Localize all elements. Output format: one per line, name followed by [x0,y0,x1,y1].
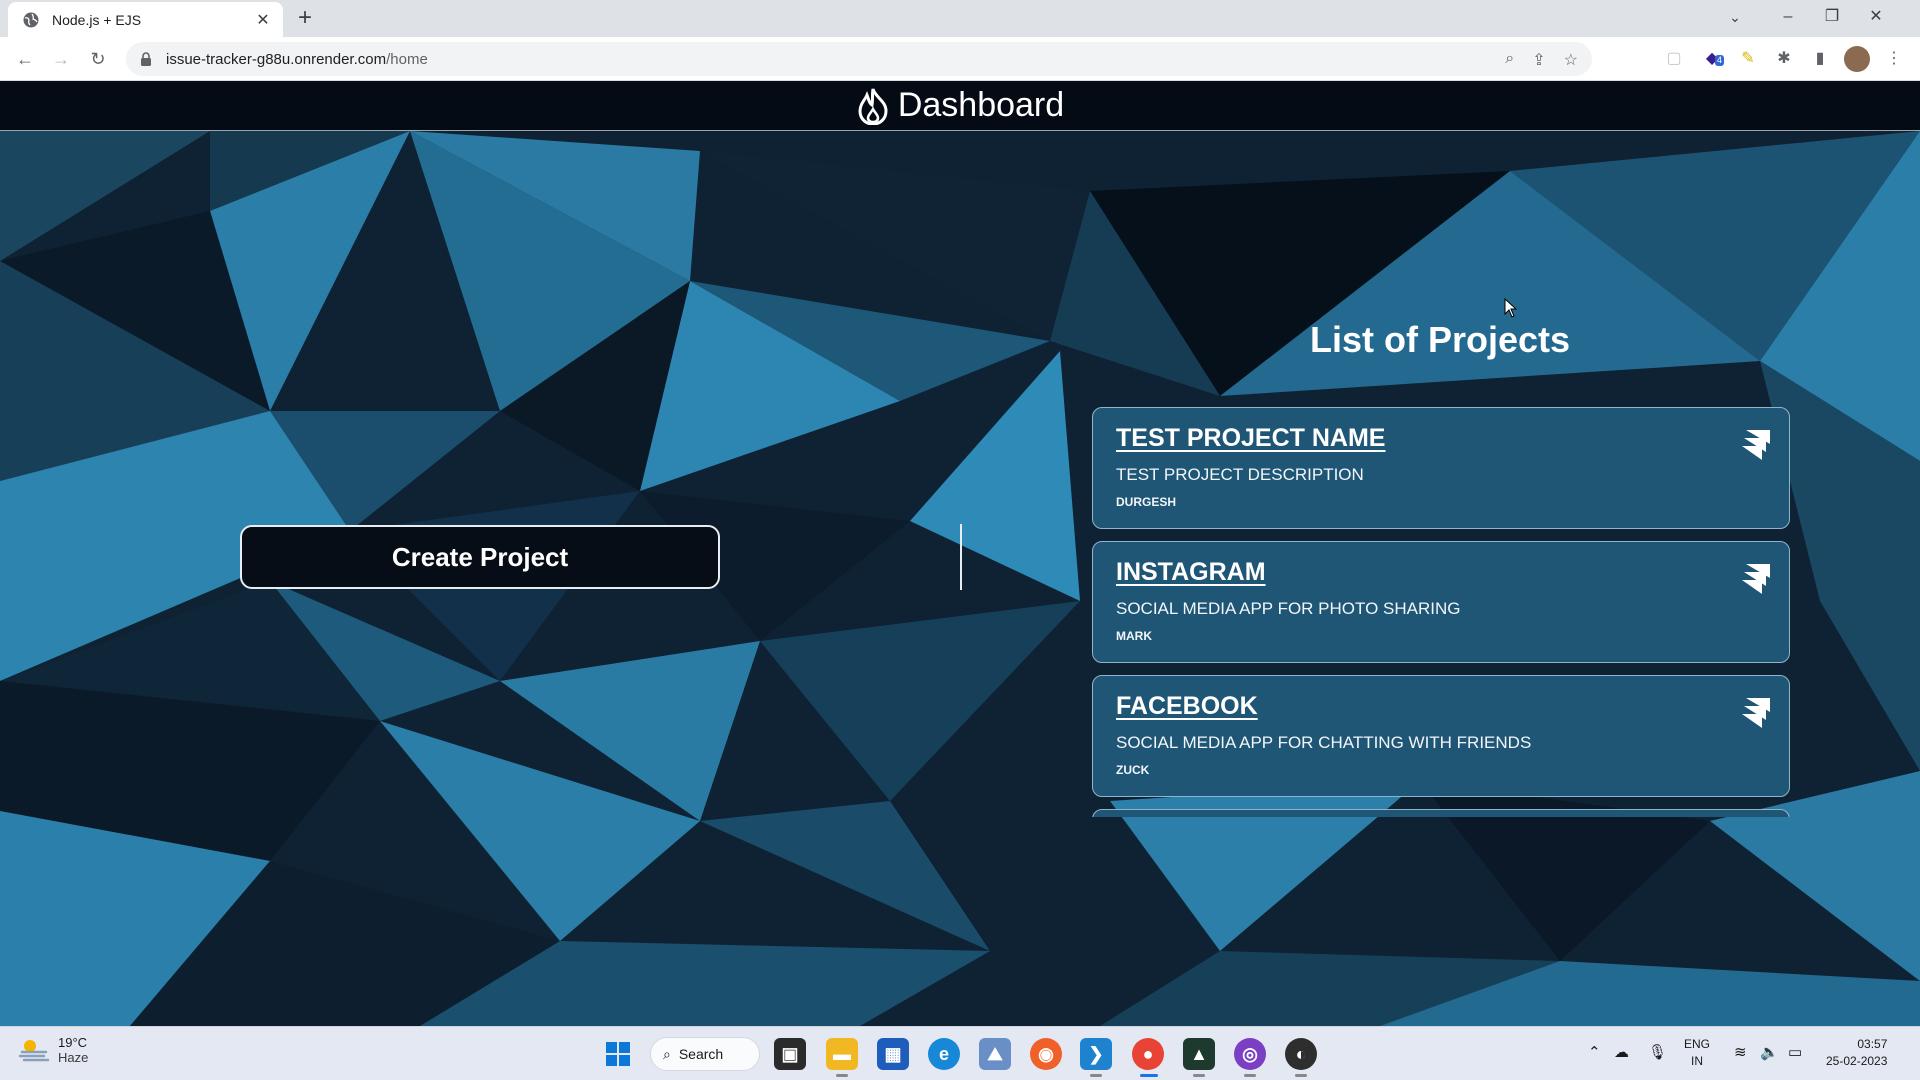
lock-icon [141,52,151,66]
project-card[interactable]: INSTAGRAM SOCIAL MEDIA APP FOR PHOTO SHA… [1092,541,1790,663]
url-host: issue-tracker-g88u.onrender.com [166,50,387,68]
top-navbar: Dashboard [0,81,1920,131]
vertical-divider [960,524,962,590]
haze-weather-icon [18,1040,50,1062]
input-language[interactable]: ENG IN [1684,1036,1710,1070]
edge-browser-icon[interactable]: e [928,1038,960,1070]
window-controls: – ❐ ✕ [1766,0,1898,34]
project-name-link[interactable]: FACEBOOK [1116,692,1258,721]
web-page: Dashboard Create Project List of Project… [0,81,1920,1026]
task-view-icon[interactable]: ▣ [774,1038,806,1070]
brand-link[interactable]: Dashboard [856,86,1064,125]
jira-icon [1742,698,1770,728]
photos-app-icon[interactable]: ⛰ [979,1038,1011,1070]
weather-widget[interactable]: 19°C Haze [18,1035,88,1065]
running-indicator [1090,1074,1102,1077]
microphone-icon[interactable]: 🎙 [1648,1043,1667,1061]
project-list[interactable]: TEST PROJECT NAME TEST PROJECT DESCRIPTI… [1092,407,1790,817]
address-bar[interactable]: issue-tracker-g88u.onrender.com /home ⌕ … [126,42,1592,76]
project-author: DURGESH [1116,495,1177,509]
url-path: /home [386,50,428,68]
project-description: SOCIAL MEDIA APP FOR CHATTING WITH FRIEN… [1116,733,1532,752]
running-indicator [836,1074,848,1077]
extension-badge: 4 [1715,55,1725,66]
project-description: SOCIAL MEDIA APP FOR PHOTO SHARING [1116,599,1461,618]
system-clock[interactable]: 03:57 25-02-2023 [1826,1036,1887,1070]
forward-icon[interactable]: → [48,46,74,72]
windows-taskbar: 19°C Haze ⌕ Search ▣ ▬ ▦ e ⛰ ◉ ❯ ● ▲ ◎ ◐… [0,1026,1920,1080]
tab-search-icon[interactable]: ⌄ [1720,0,1750,34]
restore-button[interactable]: ❐ [1810,0,1854,34]
search-label: Search [678,1046,724,1062]
running-indicator [1244,1074,1256,1077]
close-tab-icon[interactable]: ✕ [253,10,273,30]
brand-title: Dashboard [897,86,1065,124]
projects-heading: List of Projects [1309,319,1571,360]
extension-box-icon[interactable]: ▢ [1662,47,1686,71]
project-card[interactable]: TEST PROJECT NAME TEST PROJECT DESCRIPTI… [1092,407,1790,529]
project-description: TEST PROJECT DESCRIPTION [1116,465,1364,484]
jira-icon [1742,564,1770,594]
microsoft-store-icon[interactable]: ▦ [877,1038,909,1070]
weather-temperature: 19°C [58,1035,88,1050]
zoom-icon[interactable]: ⌕ [1505,50,1514,70]
github-desktop-icon[interactable]: ◎ [1234,1038,1266,1070]
clock-time: 03:57 [1857,1037,1888,1051]
running-indicator-active [1140,1074,1158,1077]
firefox-icon[interactable]: ◉ [1030,1038,1062,1070]
close-window-button[interactable]: ✕ [1854,0,1898,34]
running-indicator [1295,1074,1307,1077]
create-project-button[interactable]: Create Project [240,525,720,589]
project-author: ZUCK [1116,763,1150,777]
language-code: ENG [1684,1037,1711,1051]
vscode-icon[interactable]: ❯ [1080,1038,1112,1070]
extension-highlighter-icon[interactable]: ✎ [1736,47,1760,71]
bookmark-star-icon[interactable]: ☆ [1564,50,1578,70]
tab-title: Node.js + EJS [52,11,142,28]
browser-toolbar: ← → ↻ issue-tracker-g88u.onrender.com /h… [0,37,1920,81]
volume-icon[interactable]: 🔈 [1760,1043,1779,1061]
region-code: IN [1691,1054,1703,1068]
chrome-icon[interactable]: ● [1132,1038,1164,1070]
extensions-puzzle-icon[interactable]: ✱ [1772,47,1796,71]
project-name-link[interactable]: TEST PROJECT NAME [1116,424,1385,453]
back-icon[interactable]: ← [12,46,38,72]
reload-icon[interactable]: ↻ [85,46,111,72]
onedrive-cloud-icon[interactable]: ☁ [1614,1043,1629,1061]
file-explorer-icon[interactable]: ▬ [826,1038,858,1070]
project-card[interactable]: FACEBOOK SOCIAL MEDIA APP FOR CHATTING W… [1092,675,1790,797]
project-name-link[interactable]: INSTAGRAM [1116,558,1266,587]
battery-icon[interactable]: ▭ [1788,1043,1802,1061]
wifi-icon[interactable]: ≋ [1734,1043,1747,1061]
minimize-button[interactable]: – [1766,0,1810,34]
mouse-cursor-icon [1504,298,1518,318]
jira-icon [1742,430,1770,460]
clock-date: 25-02-2023 [1826,1054,1888,1068]
extension-shield-icon[interactable]: ◆ 4 [1700,47,1725,71]
browser-tab-strip: Node.js + EJS ✕ + ⌄ – ❐ ✕ [0,0,1920,37]
running-indicator [1193,1074,1205,1077]
obs-studio-icon[interactable]: ◐ [1285,1038,1317,1070]
project-author: MARK [1116,629,1152,643]
side-panel-icon[interactable]: ▮ [1808,47,1832,71]
browser-tab[interactable]: Node.js + EJS ✕ [8,2,283,37]
search-icon: ⌕ [663,1045,671,1062]
show-hidden-icons-chevron-icon[interactable]: ⌃ [1588,1043,1601,1061]
share-icon[interactable]: ⇪ [1532,50,1545,70]
weather-condition: Haze [58,1050,89,1065]
android-studio-icon[interactable]: ▲ [1183,1038,1215,1070]
new-tab-button[interactable]: + [298,5,312,31]
globe-icon [23,12,39,27]
menu-kebab-icon[interactable]: ⋮ [1882,47,1906,71]
start-windows-icon[interactable] [602,1038,634,1070]
flame-icon [858,87,888,125]
taskbar-search[interactable]: ⌕ Search [650,1037,760,1071]
profile-avatar[interactable] [1844,46,1870,72]
project-card-partial[interactable] [1092,809,1790,817]
